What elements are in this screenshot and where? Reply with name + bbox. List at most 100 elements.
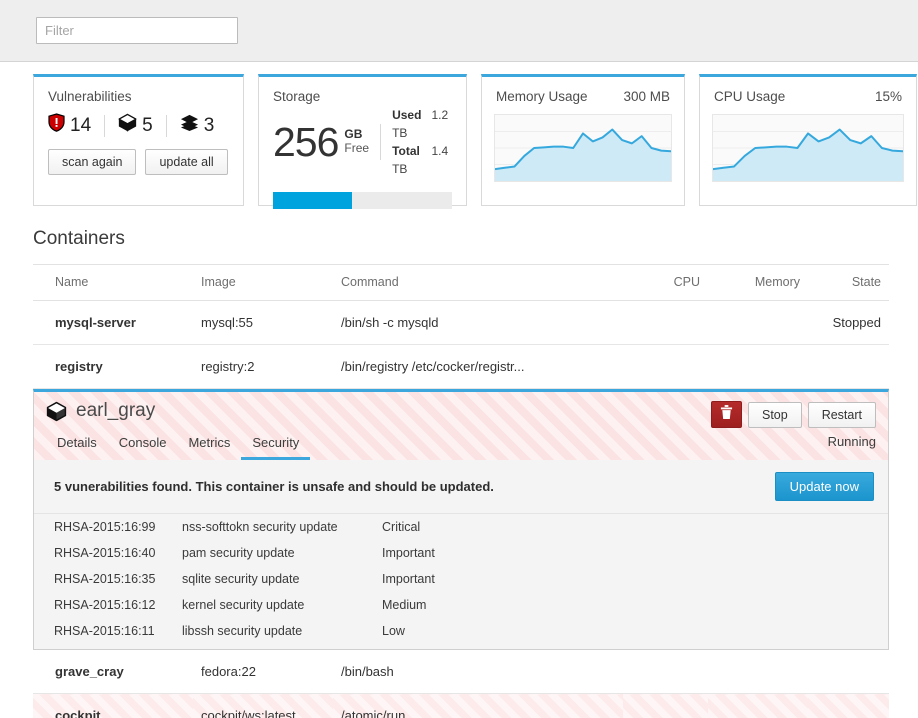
table-row[interactable]: registry registry:2 /bin/registry /etc/c… (33, 345, 889, 389)
table-row[interactable]: cockpit cockpit/ws:latest /atomic/run (33, 694, 889, 718)
container-cpu (623, 345, 708, 389)
tab-security[interactable]: Security (241, 431, 310, 460)
cpu-card-title: CPU Usage (714, 89, 785, 104)
layers-count: 3 (167, 113, 228, 138)
vulnerability-row: RHSA-2015:16:99nss-softtokn security upd… (34, 514, 888, 540)
vulnerability-severity: Low (374, 618, 888, 649)
shield-count: 14 (48, 113, 104, 138)
containers-table-continued: grave_cray fedora:22 /bin/bash cockpit c… (33, 650, 889, 718)
column-header-state[interactable]: State (808, 265, 889, 301)
container-name: cockpit (33, 694, 193, 718)
memory-usage-card: Memory Usage 300 MB (481, 74, 685, 206)
column-header-name[interactable]: Name (33, 265, 193, 301)
vulnerability-description: kernel security update (174, 592, 374, 618)
tab-details[interactable]: Details (46, 431, 108, 460)
vulnerability-id: RHSA-2015:16:99 (34, 514, 174, 540)
cpu-usage-card: CPU Usage 15% (699, 74, 917, 206)
container-name: grave_cray (33, 650, 193, 694)
vulnerability-description: sqlite security update (174, 566, 374, 592)
storage-used-label: Used (392, 106, 428, 124)
storage-free-unit-label: GB (344, 128, 369, 142)
vulnerability-id: RHSA-2015:16:12 (34, 592, 174, 618)
vulnerability-list: RHSA-2015:16:99nss-softtokn security upd… (34, 514, 888, 649)
vulnerability-id: RHSA-2015:16:40 (34, 540, 174, 566)
vulnerability-severity: Critical (374, 514, 888, 540)
column-header-command[interactable]: Command (333, 265, 623, 301)
container-state (808, 345, 889, 389)
column-header-cpu[interactable]: CPU (623, 265, 708, 301)
expanded-panel-header: earl_gray Stop Restart Running (34, 392, 888, 460)
vulnerabilities-card: Vulnerabilities 14 (33, 74, 244, 206)
vulnerability-severity: Important (374, 540, 888, 566)
filter-input[interactable] (36, 17, 238, 44)
containers-table-header: Name Image Command CPU Memory State (33, 265, 889, 301)
column-header-image[interactable]: Image (193, 265, 333, 301)
vulnerabilities-card-title: Vulnerabilities (34, 77, 243, 104)
cube-icon (118, 113, 137, 138)
storage-progress-bar (273, 192, 452, 209)
container-memory (708, 694, 808, 718)
trash-icon (720, 405, 733, 425)
memory-card-value: 300 MB (623, 89, 670, 104)
container-memory (708, 301, 808, 345)
expanded-container-title: earl_gray (76, 400, 155, 422)
cube-icon (46, 401, 67, 422)
storage-stats: Used 1.2 TB Total 1.4 TB (392, 106, 466, 178)
vulnerability-row: RHSA-2015:16:12kernel security updateMed… (34, 592, 888, 618)
cpu-card-value: 15% (875, 89, 902, 104)
container-state-badge: Running (828, 434, 876, 449)
container-name: registry (33, 345, 193, 389)
container-command: /bin/sh -c mysqld (333, 301, 623, 345)
container-command: /bin/registry /etc/cocker/registr... (333, 345, 623, 389)
update-all-button[interactable]: update all (145, 149, 227, 175)
layers-icon (180, 113, 199, 138)
container-command: /bin/bash (333, 650, 623, 694)
container-state (808, 694, 889, 718)
stop-button[interactable]: Stop (748, 402, 802, 428)
container-memory (708, 345, 808, 389)
expanded-panel-tabs: Details Console Metrics Security (46, 431, 876, 460)
security-tab-content: 5 vunerabilities found. This container i… (34, 460, 888, 649)
storage-total-label: Total (392, 142, 428, 160)
expanded-panel-actions: Stop Restart (711, 401, 876, 428)
memory-card-title: Memory Usage (496, 89, 588, 104)
storage-card: Storage 256 GB Free Used 1.2 TB Total 1.… (258, 74, 467, 206)
vulnerability-severity: Medium (374, 592, 888, 618)
tab-console[interactable]: Console (108, 431, 178, 460)
cube-count: 5 (105, 113, 166, 138)
vulnerability-description: pam security update (174, 540, 374, 566)
vulnerability-row: RHSA-2015:16:11libssh security updateLow (34, 618, 888, 649)
storage-free-value: 256 (273, 122, 338, 163)
container-image: fedora:22 (193, 650, 333, 694)
filter-bar (0, 0, 918, 62)
layers-count-value: 3 (204, 115, 215, 137)
expanded-container-wrap: earl_gray Stop Restart Running (0, 389, 918, 650)
vulnerability-counts: 14 5 (34, 104, 243, 138)
table-row[interactable]: grave_cray fedora:22 /bin/bash (33, 650, 889, 694)
update-now-button[interactable]: Update now (775, 472, 874, 501)
tab-metrics[interactable]: Metrics (177, 431, 241, 460)
vulnerability-actions: scan again update all (34, 138, 243, 175)
container-image: cockpit/ws:latest (193, 694, 333, 718)
table-row[interactable]: mysql-server mysql:55 /bin/sh -c mysqld … (33, 301, 889, 345)
scan-again-button[interactable]: scan again (48, 149, 136, 175)
storage-divider (380, 124, 381, 160)
container-cpu (623, 694, 708, 718)
restart-button[interactable]: Restart (808, 402, 876, 428)
containers-table: Name Image Command CPU Memory State mysq… (33, 264, 889, 389)
column-header-memory[interactable]: Memory (708, 265, 808, 301)
vulnerability-description: nss-softtokn security update (174, 514, 374, 540)
summary-cards: Vulnerabilities 14 (0, 62, 918, 206)
container-state (808, 650, 889, 694)
shield-icon (48, 113, 65, 138)
vulnerability-row: RHSA-2015:16:40pam security updateImport… (34, 540, 888, 566)
delete-button[interactable] (711, 401, 742, 428)
cpu-usage-chart (712, 114, 904, 182)
expanded-container-panel: earl_gray Stop Restart Running (33, 389, 889, 650)
container-memory (708, 650, 808, 694)
cube-count-value: 5 (142, 115, 153, 137)
storage-figures: 256 GB Free Used 1.2 TB Total 1.4 TB (259, 104, 466, 178)
container-state: Stopped (808, 301, 889, 345)
vulnerability-id: RHSA-2015:16:11 (34, 618, 174, 649)
vulnerability-severity: Important (374, 566, 888, 592)
